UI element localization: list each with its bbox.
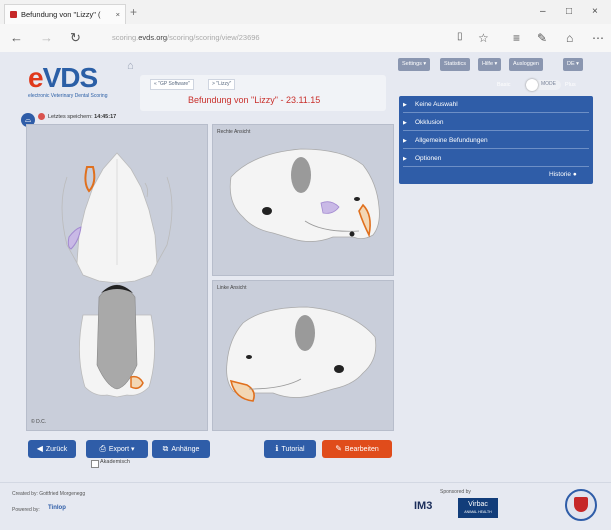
window-maximize-button[interactable]: □ [566, 6, 572, 17]
page-title: Befundung von "Lizzy" - 23.11.15 [188, 95, 321, 105]
edit-button[interactable]: ✎ Bearbeiten [322, 440, 392, 458]
hub-icon[interactable]: ≡ [513, 31, 520, 45]
more-icon[interactable]: ⋯ [592, 31, 604, 45]
info-icon: ℹ [275, 444, 279, 453]
tab-close-icon[interactable]: × [116, 5, 120, 24]
mode-toggle[interactable]: MODE [526, 79, 561, 91]
accordion-okklusion[interactable]: ▶ Okklusion [403, 116, 589, 131]
share-icon[interactable]: ⌂ [566, 31, 573, 45]
window-minimize-button[interactable]: – [540, 6, 546, 17]
caret-right-icon: ▶ [403, 120, 407, 126]
reading-view-icon[interactable]: ▯ [457, 31, 463, 42]
dental-chart-copyright: © D.C. [31, 419, 47, 425]
new-tab-button[interactable]: + [130, 5, 137, 19]
dental-chart-left-view[interactable]: Linke Ansicht [212, 280, 394, 431]
evds-logo[interactable]: eVDS [28, 62, 98, 94]
back-circle-icon: ◀ [36, 444, 43, 453]
url-input[interactable]: scoring.evds.org/scoring/scoring/view/23… [112, 33, 442, 47]
tutorial-button[interactable]: ℹ Tutorial [264, 440, 316, 458]
caret-right-icon: ▶ [403, 102, 407, 108]
browser-tab[interactable]: Befundung von "Lizzy" ( × [4, 4, 126, 24]
caret-right-icon: ▶ [403, 156, 407, 162]
academic-label: Akademisch [100, 459, 130, 465]
powered-by-logo[interactable]: Tinlop [48, 505, 66, 511]
mode-toggle-plus-label: Plus [565, 82, 576, 88]
breadcrumb-lizzy[interactable]: > "Lizzy" [208, 79, 236, 90]
mode-toggle-basic-label: Basic [497, 82, 511, 88]
nav-hilfe[interactable]: Hilfe ▾ [478, 58, 502, 71]
back-arrow-icon[interactable]: ← [10, 30, 23, 45]
powered-by-label: Powered by: [12, 507, 40, 513]
nav-settings[interactable]: Settings ▾ [398, 58, 431, 71]
nav-ausloggen[interactable]: Ausloggen [509, 58, 543, 71]
sponsor-im3-logo[interactable]: IM3 [414, 500, 432, 512]
accordion-optionen[interactable]: ▶ Optionen [403, 152, 589, 167]
historie-link[interactable]: Historie ● [549, 171, 577, 178]
right-view-label: Rechte Ansicht [217, 129, 251, 135]
certification-seal-icon[interactable] [565, 489, 597, 521]
notes-icon[interactable]: ✎ [537, 31, 547, 45]
skull-left-view-drawing [226, 306, 377, 402]
nav-language[interactable]: DE ▾ [563, 58, 583, 71]
unsaved-indicator-icon [38, 113, 45, 120]
page-footer [0, 482, 611, 530]
created-by-text: Created by: Gottfried Morgenegg [12, 491, 86, 497]
attachments-button[interactable]: ⧉ Anhänge [152, 440, 210, 458]
pencil-icon: ✎ [335, 444, 342, 453]
sponsor-virbac-logo[interactable]: Virbac ANIMAL HEALTH [458, 498, 498, 518]
mode-toggle-knob[interactable] [526, 79, 538, 91]
save-status: Letztes speichern: 14:45:17 [48, 114, 117, 120]
favorites-star-icon[interactable]: ☆ [478, 31, 489, 45]
window-close-button[interactable]: × [592, 6, 598, 17]
attachment-icon: ⧉ [162, 444, 169, 453]
export-icon: ⎙ [99, 444, 106, 453]
sponsored-by-label: Sponsored by [440, 489, 471, 495]
accordion-allgemeine-befundungen[interactable]: ▶ Allgemeine Befundungen [403, 134, 589, 149]
chevron-down-icon: ▾ [131, 446, 135, 453]
export-dropdown-button[interactable]: ⎙ Export ▾ [86, 440, 148, 458]
accordion-keine-auswahl[interactable]: ▶ Keine Auswahl [403, 98, 589, 113]
dental-chart-top-view[interactable]: © D.C. [26, 124, 208, 431]
left-view-label: Linke Ansicht [217, 285, 247, 291]
mode-toggle-text: MODE [541, 81, 556, 87]
site-favicon-icon [10, 11, 17, 18]
dental-chart-right-view[interactable]: Rechte Ansicht [212, 124, 394, 276]
caret-right-icon: ▶ [403, 138, 407, 144]
skull-right-view-drawing [229, 148, 380, 242]
breadcrumb-gp-software[interactable]: « "GP Software" [150, 79, 194, 90]
shield-icon [574, 497, 588, 512]
refresh-icon[interactable]: ↻ [70, 30, 81, 46]
academic-checkbox[interactable] [91, 460, 99, 468]
home-icon[interactable]: ⌂ [127, 60, 134, 72]
nav-statistics[interactable]: Statistics [440, 58, 471, 71]
logo-subtitle: electronic Veterinary Dental Scoring [28, 93, 108, 99]
tab-title: Befundung von "Lizzy" ( [21, 10, 101, 19]
back-button[interactable]: ◀ Zurück [28, 440, 76, 458]
forward-arrow-icon[interactable]: → [40, 30, 53, 45]
skull-top-view-drawing [61, 152, 173, 398]
history-circle-icon: ● [572, 171, 577, 178]
